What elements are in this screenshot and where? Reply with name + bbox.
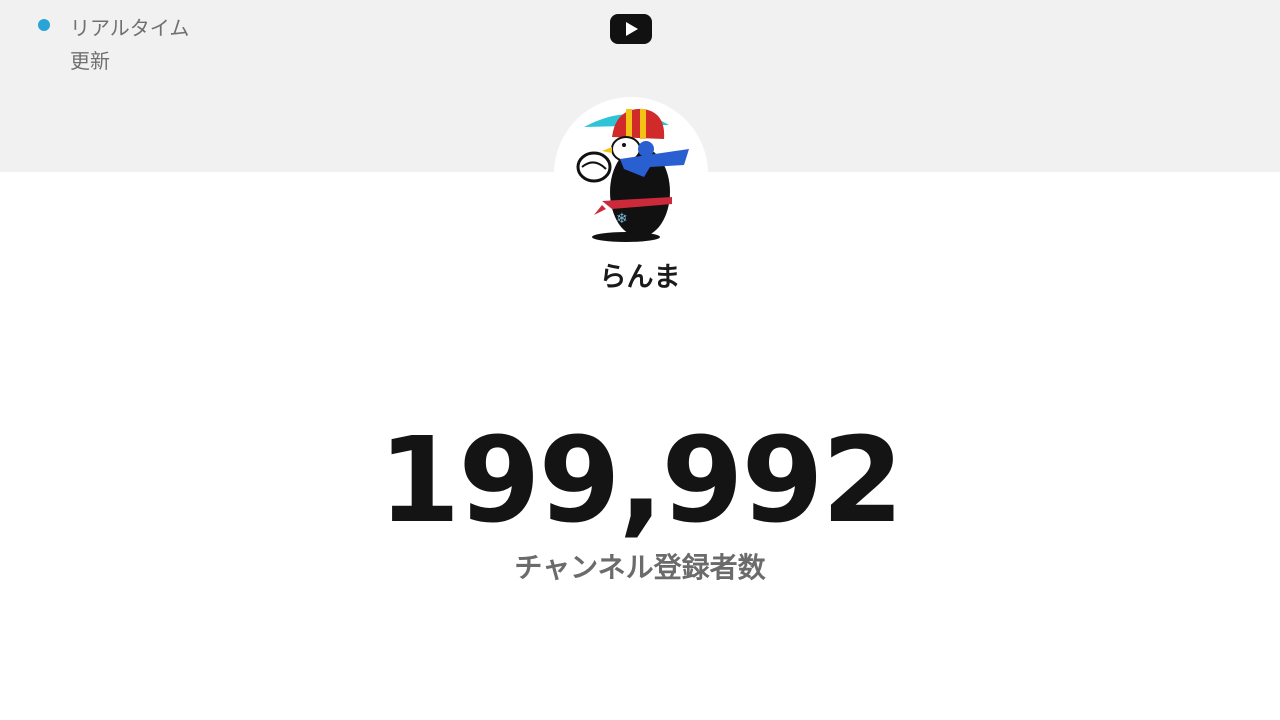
channel-name[interactable]: らんま (440, 258, 840, 298)
channel-avatar[interactable]: ❄ (554, 97, 708, 251)
live-indicator-label: リアルタイム更新 (70, 16, 190, 73)
subscriber-count: 199,992 (378, 411, 903, 549)
subscriber-count-label: チャンネル登録者数 (514, 551, 766, 584)
svg-text:❄: ❄ (616, 211, 628, 227)
live-status-dot (38, 19, 50, 31)
youtube-logo-icon (610, 14, 652, 44)
penguin-avatar-icon: ❄ (554, 97, 708, 251)
